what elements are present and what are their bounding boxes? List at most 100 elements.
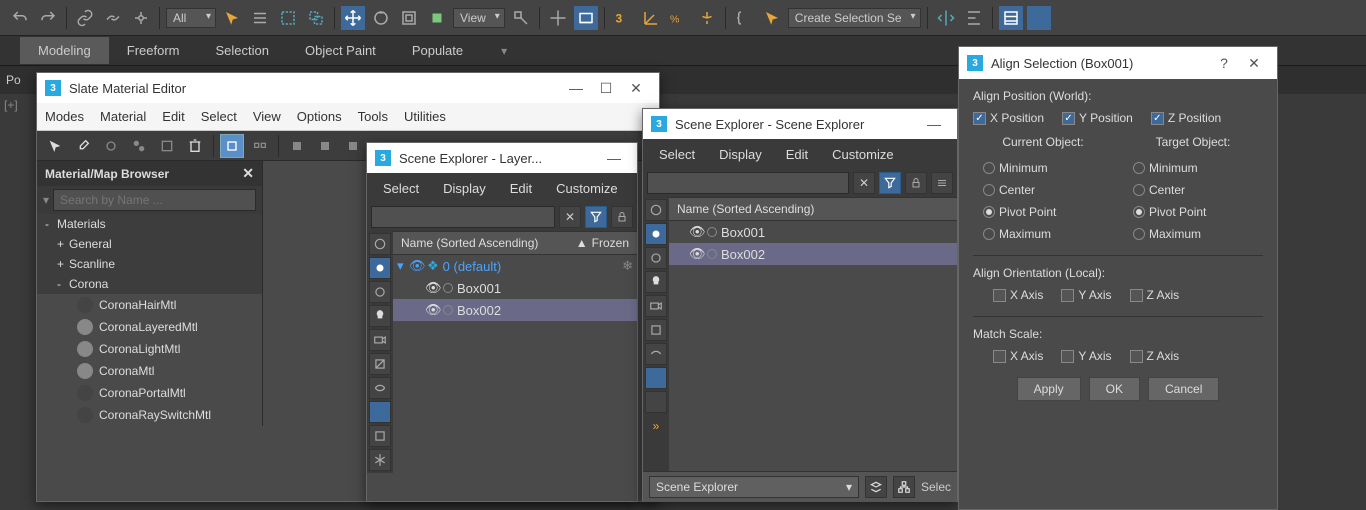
menu-view[interactable]: View [253,109,281,124]
col-name[interactable]: Name (Sorted Ascending) [677,202,814,216]
scale-z-check[interactable]: Z Axis [1130,349,1180,363]
tree-item[interactable]: CoronaLightMtl [37,338,262,360]
menu-modes[interactable]: Modes [45,109,84,124]
apply-button[interactable]: Apply [1017,377,1081,401]
spinner-snap-icon[interactable] [695,6,719,30]
slate-title-bar[interactable]: 3 Slate Material Editor — ☐ ✕ [37,73,659,103]
menu-customize[interactable]: Customize [556,181,617,196]
minimize-button[interactable]: — [919,109,949,139]
close-button[interactable]: ✕ [621,73,651,103]
stack-icon[interactable] [865,476,887,498]
bind-icon[interactable] [129,6,153,30]
ribbon-tab-freeform[interactable]: Freeform [109,37,198,64]
scene-row[interactable]: 👁 Box002 [669,243,957,265]
filter-icon[interactable] [585,206,607,228]
snap-icon[interactable]: 3 [611,6,635,30]
side-geom-icon[interactable] [645,223,667,245]
place-icon[interactable] [425,6,449,30]
minimize-button[interactable]: — [599,143,629,173]
scene-row[interactable]: 👁 Box002 [393,299,637,321]
list-icon[interactable] [248,6,272,30]
side-bone-icon[interactable] [645,367,667,389]
layer-row[interactable]: ▾ 👁 ❖ 0 (default) ❄ [393,255,637,277]
current-maximum[interactable]: Maximum [983,227,1103,241]
layers-icon[interactable] [999,6,1023,30]
help-button[interactable]: ? [1209,48,1239,78]
close-button[interactable]: ✕ [1239,48,1269,78]
node1-icon[interactable] [285,134,309,158]
menu-material[interactable]: Material [100,109,146,124]
undo-icon[interactable] [8,6,32,30]
bracket-icon[interactable] [732,6,756,30]
tree-item[interactable]: CoronaRaySwitchMtl [37,404,262,426]
tree-item[interactable]: CoronaLayeredMtl [37,316,262,338]
tree-general[interactable]: +General [37,234,262,254]
ribbon-tab-populate[interactable]: Populate [394,37,481,64]
target-pivot[interactable]: Pivot Point [1133,205,1253,219]
y-position-check[interactable]: Y Position [1062,111,1133,125]
spheres-icon[interactable] [127,134,151,158]
menu-utilities[interactable]: Utilities [404,109,446,124]
eyedropper-icon[interactable] [71,134,95,158]
scale-x-check[interactable]: X Axis [993,349,1043,363]
tree-scanline[interactable]: +Scanline [37,254,262,274]
col-frozen[interactable]: Frozen [592,236,629,250]
angle-snap-icon[interactable] [639,6,663,30]
percent-snap-icon[interactable]: % [667,6,691,30]
tree-item[interactable]: CoronaMtl [37,360,262,382]
select-icon[interactable] [220,6,244,30]
side-shape-icon[interactable] [645,247,667,269]
node2-icon[interactable] [313,134,337,158]
selection-set-dropdown[interactable]: Create Selection Se [788,8,921,28]
x-position-check[interactable]: X Position [973,111,1044,125]
tree-corona[interactable]: -Corona [37,274,262,294]
side-light-icon[interactable] [369,305,391,327]
current-center[interactable]: Center [983,183,1103,197]
scene2-title-bar[interactable]: 3 Scene Explorer - Scene Explorer — [643,109,957,139]
unlink-icon[interactable] [101,6,125,30]
target-minimum[interactable]: Minimum [1133,161,1253,175]
search-input[interactable] [53,189,256,211]
menu-edit[interactable]: Edit [162,109,184,124]
scene1-columns[interactable]: Name (Sorted Ascending) ▲ Frozen [393,231,637,255]
ribbon-expand-icon[interactable]: ▾ [501,44,507,58]
z-position-check[interactable]: Z Position [1151,111,1221,125]
side-helper-icon[interactable] [645,319,667,341]
align-title-bar[interactable]: 3 Align Selection (Box001) ? ✕ [959,47,1277,79]
show-map-icon[interactable] [155,134,179,158]
menu-customize[interactable]: Customize [832,147,893,162]
current-minimum[interactable]: Minimum [983,161,1103,175]
side-space-icon[interactable] [645,343,667,365]
pick-icon[interactable] [43,134,67,158]
search-dropdown-icon[interactable]: ▾ [43,193,49,207]
hierarchy-icon[interactable] [893,476,915,498]
align-icon[interactable] [962,6,986,30]
side-space-icon[interactable] [369,377,391,399]
side-frozen-icon[interactable] [645,391,667,413]
tree-item[interactable]: CoronaPortalMtl [37,382,262,404]
side-geom-icon[interactable] [369,257,391,279]
window-select-icon[interactable] [304,6,328,30]
assign-icon[interactable] [99,134,123,158]
menu-select[interactable]: Select [383,181,419,196]
node3-icon[interactable] [341,134,365,158]
side-container-icon[interactable] [369,425,391,447]
menu-tools[interactable]: Tools [358,109,388,124]
selection-icon[interactable] [760,6,784,30]
side-bone-icon[interactable] [369,401,391,423]
scale-y-check[interactable]: Y Axis [1061,349,1111,363]
pivot-icon[interactable] [509,6,533,30]
side-helper-icon[interactable] [369,353,391,375]
target-center[interactable]: Center [1133,183,1253,197]
menu-select[interactable]: Select [659,147,695,162]
coord-dropdown[interactable]: View [453,8,505,28]
menu-edit[interactable]: Edit [786,147,808,162]
lay-icon[interactable] [248,134,272,158]
menu-select[interactable]: Select [201,109,237,124]
mirror-icon[interactable] [934,6,958,30]
ribbon-tab-object-paint[interactable]: Object Paint [287,37,394,64]
keyboard-icon[interactable] [574,6,598,30]
scene-row[interactable]: 👁 Box001 [393,277,637,299]
side-camera-icon[interactable] [369,329,391,351]
menu-display[interactable]: Display [443,181,486,196]
